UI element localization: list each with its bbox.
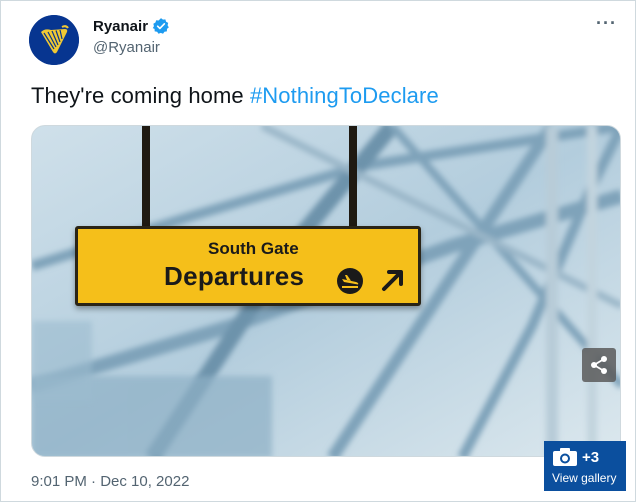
tweet-card: Ryanair @Ryanair ··· They're coming home… bbox=[0, 0, 636, 502]
sign-line-1: South Gate bbox=[208, 239, 299, 258]
share-button[interactable] bbox=[582, 348, 616, 382]
display-name-row: Ryanair bbox=[93, 17, 170, 35]
gallery-count: +3 bbox=[582, 448, 600, 466]
tweet-body: They're coming home bbox=[31, 83, 250, 108]
gallery-label: View gallery bbox=[552, 471, 617, 485]
gallery-top-row: +3 bbox=[552, 447, 599, 467]
camera-icon bbox=[553, 448, 577, 466]
tweet-image[interactable]: South Gate Departures bbox=[31, 125, 621, 457]
more-options-icon[interactable]: ··· bbox=[596, 13, 617, 34]
arrow-up-right-icon bbox=[382, 270, 403, 291]
tweet-timestamp[interactable]: 9:01 PM · Dec 10, 2022 bbox=[31, 473, 189, 490]
tweet-text: They're coming home #NothingToDeclare bbox=[31, 83, 439, 109]
harp-logo-icon bbox=[29, 15, 79, 65]
avatar[interactable] bbox=[29, 15, 79, 65]
sign-line-2: Departures bbox=[164, 261, 305, 291]
plane-landing-icon bbox=[337, 268, 363, 294]
handle[interactable]: @Ryanair bbox=[93, 39, 170, 56]
departures-sign: South Gate Departures bbox=[75, 226, 421, 306]
view-gallery-button[interactable]: +3 View gallery bbox=[544, 441, 626, 491]
hashtag-link[interactable]: #NothingToDeclare bbox=[250, 83, 439, 108]
verified-badge-icon bbox=[152, 18, 169, 34]
author-block: Ryanair @Ryanair bbox=[93, 17, 170, 56]
share-icon bbox=[591, 356, 607, 374]
display-name[interactable]: Ryanair bbox=[93, 18, 148, 35]
